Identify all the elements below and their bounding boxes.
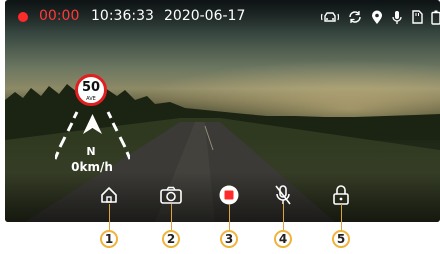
car-protect-icon <box>321 10 339 24</box>
clock: 10:36:33 <box>91 8 154 24</box>
battery-icon <box>431 10 440 25</box>
gps-location-icon <box>371 10 383 25</box>
camera-icon <box>160 186 182 204</box>
recording-indicator-icon <box>18 12 28 22</box>
compass-heading: N <box>86 145 96 158</box>
date: 2020-06-17 <box>164 8 246 24</box>
loop-recording-icon <box>347 10 363 24</box>
callout-2: 2 <box>162 230 180 248</box>
speed-limit-sign: 50 AVE <box>75 74 107 106</box>
status-icons <box>321 9 440 25</box>
microphone-icon <box>391 10 403 25</box>
callout-4: 4 <box>274 230 292 248</box>
microphone-mute-icon <box>275 185 291 205</box>
speed-limit-subtext: AVE <box>86 96 96 102</box>
callout-5: 5 <box>332 230 350 248</box>
record-stop-icon <box>219 185 239 205</box>
recording-time: 00:00 <box>39 8 80 24</box>
lock-icon <box>333 185 349 205</box>
callout-1: 1 <box>100 230 118 248</box>
home-icon <box>101 187 117 203</box>
callout-3: 3 <box>220 230 238 248</box>
sd-card-icon <box>411 10 423 24</box>
speed-limit-value: 50 <box>81 80 101 95</box>
